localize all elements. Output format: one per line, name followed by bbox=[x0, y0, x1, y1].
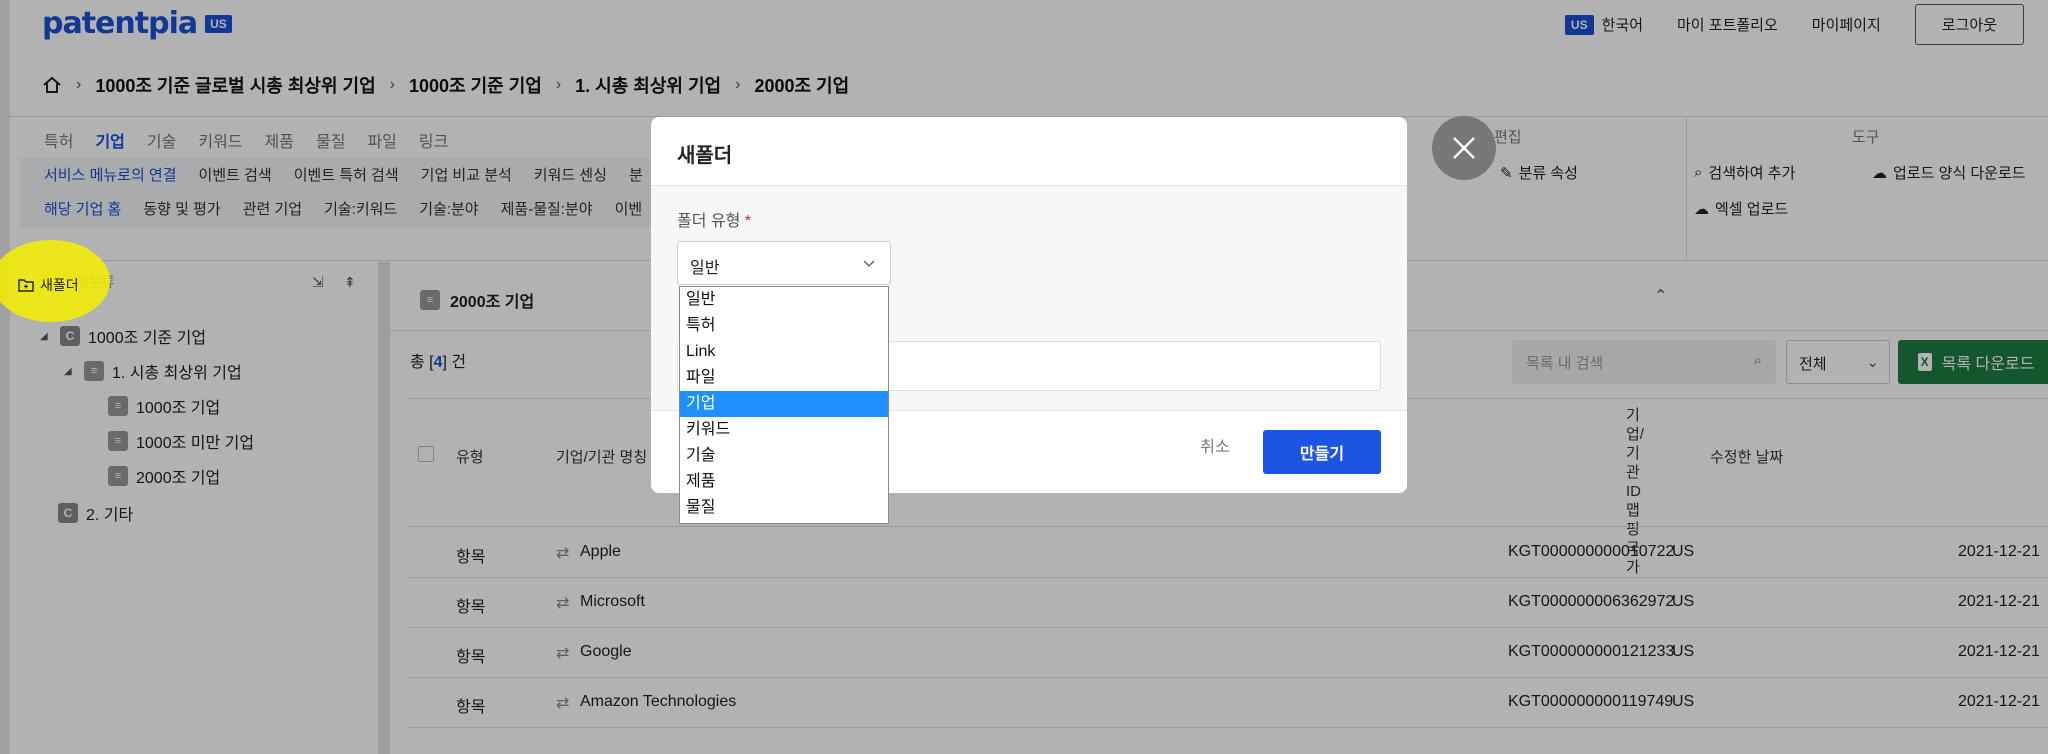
chevron-down-icon bbox=[863, 260, 875, 268]
cancel-button[interactable]: 취소 bbox=[1185, 433, 1245, 457]
folder-type-label: 폴더 유형 * bbox=[677, 207, 751, 231]
dialog-title: 새폴더 bbox=[677, 145, 733, 167]
option-general[interactable]: 일반 bbox=[680, 287, 888, 313]
folder-type-select[interactable]: 일반 bbox=[677, 241, 891, 285]
close-dialog-button[interactable] bbox=[1432, 116, 1496, 180]
option-file[interactable]: 파일 bbox=[680, 365, 888, 391]
option-keyword[interactable]: 키워드 bbox=[680, 417, 888, 443]
new-folder-label: 새폴더 bbox=[40, 277, 79, 293]
folder-type-label-text: 폴더 유형 bbox=[677, 213, 741, 230]
create-button[interactable]: 만들기 bbox=[1263, 430, 1381, 474]
new-folder-button[interactable]: 새폴더 bbox=[18, 275, 79, 295]
option-product[interactable]: 제품 bbox=[680, 469, 888, 495]
required-mark: * bbox=[744, 213, 752, 230]
option-technology[interactable]: 기술 bbox=[680, 443, 888, 469]
folder-type-options: 일반 특허 Link 파일 기업 키워드 기술 제품 물질 bbox=[679, 286, 889, 524]
close-icon bbox=[1453, 137, 1475, 159]
option-link[interactable]: Link bbox=[680, 339, 888, 365]
folder-type-value: 일반 bbox=[690, 260, 720, 277]
folder-plus-icon bbox=[18, 279, 34, 292]
option-material[interactable]: 물질 bbox=[680, 495, 888, 521]
option-company[interactable]: 기업 bbox=[680, 391, 888, 417]
option-patent[interactable]: 특허 bbox=[680, 313, 888, 339]
